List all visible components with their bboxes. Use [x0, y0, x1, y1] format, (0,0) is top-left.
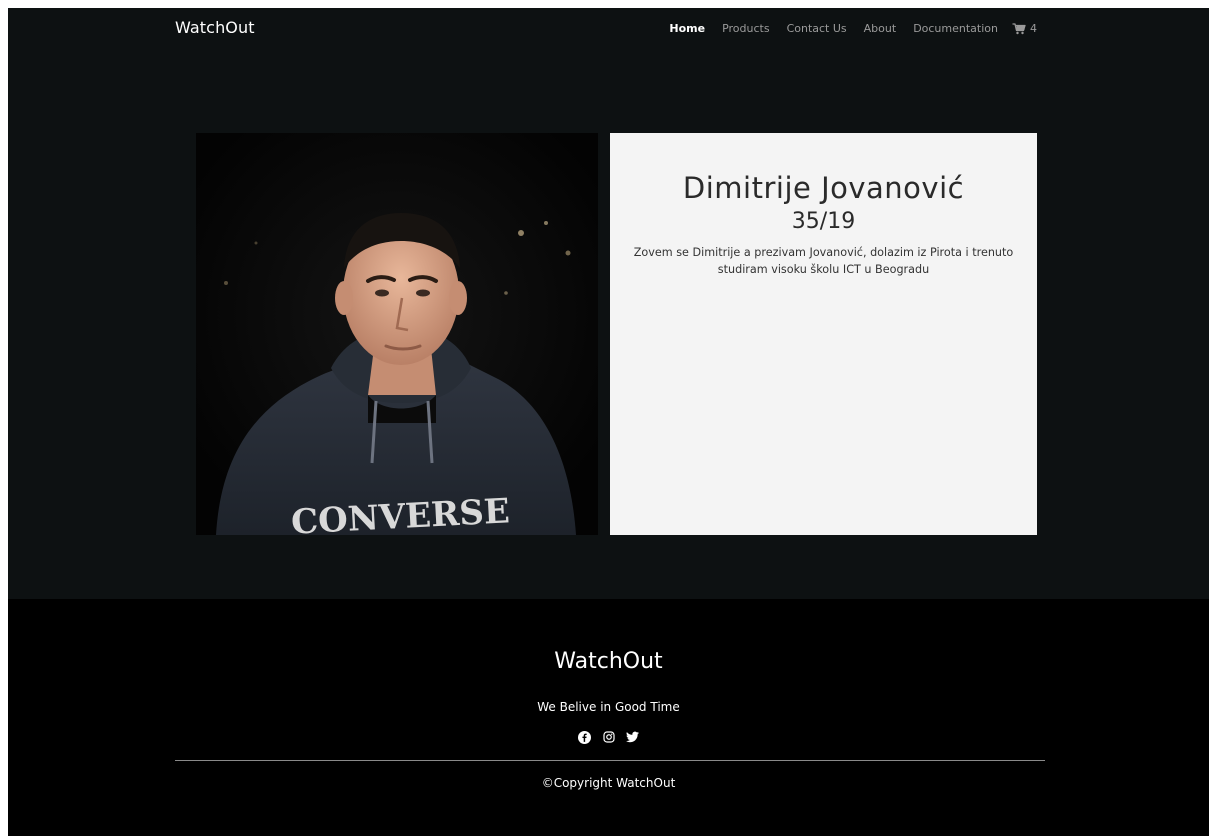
twitter-icon — [626, 731, 639, 743]
twitter-link[interactable] — [626, 730, 640, 744]
social-links — [8, 730, 1209, 744]
facebook-icon — [578, 730, 591, 744]
profile-name: Dimitrije Jovanović — [682, 171, 965, 205]
profile-photo-graphic: CONVERSE — [196, 133, 598, 535]
footer-tagline: We Belive in Good Time — [537, 700, 680, 714]
cart-button[interactable]: 4 — [1012, 22, 1037, 35]
nav-link-products[interactable]: Products — [722, 22, 770, 35]
nav-link-home[interactable]: Home — [669, 22, 705, 35]
profile-photo: CONVERSE — [196, 133, 598, 535]
cart-icon — [1012, 22, 1026, 34]
facebook-link[interactable] — [578, 730, 592, 744]
instagram-link[interactable] — [602, 730, 616, 744]
cart-count: 4 — [1030, 22, 1037, 35]
brand-logo[interactable]: WatchOut — [175, 18, 255, 37]
footer-divider — [175, 760, 1045, 761]
profile-info-card: Dimitrije Jovanović 35/19 Zovem se Dimit… — [610, 133, 1037, 535]
navbar: WatchOut Home Products Contact Us About … — [8, 8, 1209, 52]
nav-menu: Home Products Contact Us About Documenta… — [652, 22, 1037, 35]
nav-link-documentation[interactable]: Documentation — [913, 22, 998, 35]
nav-link-contact-us[interactable]: Contact Us — [787, 22, 847, 35]
profile-index-number: 35/19 — [791, 209, 856, 234]
footer-brand: WatchOut — [554, 649, 663, 674]
instagram-icon — [602, 731, 615, 743]
footer: WatchOut We Belive in Good Time ©Copyrig… — [8, 599, 1209, 836]
nav-link-about[interactable]: About — [864, 22, 897, 35]
page-frame: WatchOut Home Products Contact Us About … — [8, 8, 1209, 836]
copyright-text: ©Copyright WatchOut — [541, 776, 676, 790]
profile-bio: Zovem se Dimitrije a prezivam Jovanović,… — [633, 246, 1014, 276]
